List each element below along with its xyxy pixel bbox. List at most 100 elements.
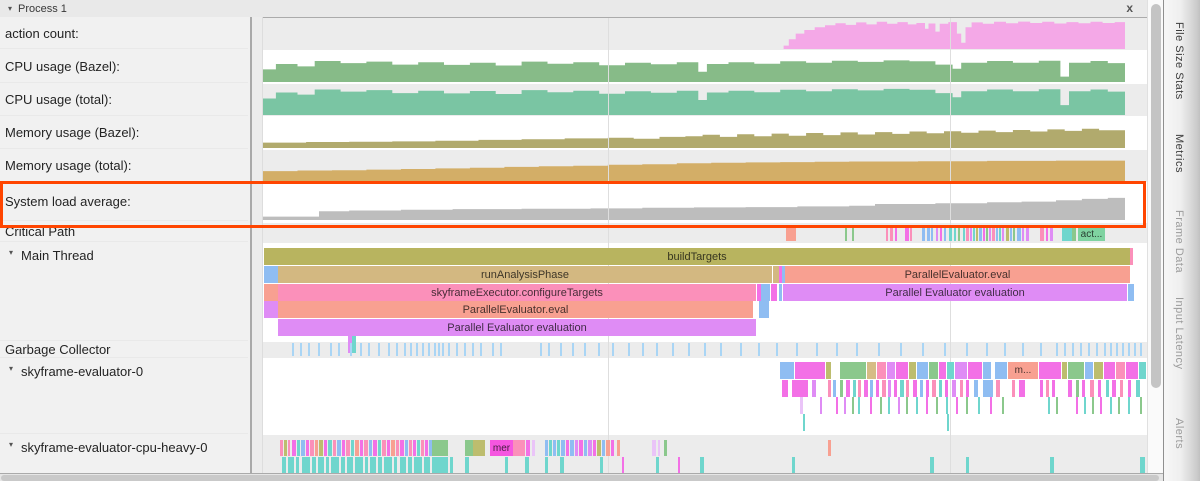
trace-slice[interactable] xyxy=(1076,380,1079,397)
trace-slice[interactable] xyxy=(602,440,605,456)
trace-slice[interactable] xyxy=(966,457,969,473)
trace-slice[interactable] xyxy=(888,397,890,414)
gc-tick[interactable] xyxy=(598,343,600,356)
gc-tick[interactable] xyxy=(1122,343,1124,356)
trace-slice[interactable] xyxy=(1022,227,1024,241)
gc-tick[interactable] xyxy=(548,343,550,356)
trace-slice[interactable] xyxy=(966,227,969,241)
trace-slice[interactable] xyxy=(896,362,908,379)
trace-slice[interactable] xyxy=(652,440,656,456)
skyframe-evaluator-0-slices[interactable]: m... xyxy=(262,359,1147,434)
trace-slice[interactable] xyxy=(1118,397,1120,414)
gc-tick[interactable] xyxy=(1072,343,1074,356)
gc-tick[interactable] xyxy=(740,343,742,356)
trace-slice[interactable] xyxy=(408,457,412,473)
gc-tick[interactable] xyxy=(464,343,466,356)
trace-slice[interactable] xyxy=(1052,380,1055,397)
trace-slice[interactable] xyxy=(845,227,847,241)
trace-slice[interactable] xyxy=(315,440,318,456)
gc-tick[interactable] xyxy=(672,343,674,356)
trace-slice[interactable] xyxy=(1050,227,1053,241)
trace-slice[interactable] xyxy=(282,457,286,473)
gc-tick[interactable] xyxy=(500,343,502,356)
trace-slice[interactable] xyxy=(986,227,988,241)
trace-slice[interactable] xyxy=(264,284,278,301)
gc-tick[interactable] xyxy=(1088,343,1090,356)
trace-slice[interactable] xyxy=(280,440,283,456)
gc-tick[interactable] xyxy=(572,343,574,356)
trace-slice[interactable] xyxy=(292,440,296,456)
trace-slice[interactable] xyxy=(264,301,278,318)
trace-slice[interactable] xyxy=(803,414,805,431)
gc-tick[interactable] xyxy=(986,343,988,356)
trace-slice[interactable] xyxy=(882,380,886,397)
trace-slice[interactable] xyxy=(828,380,831,397)
critical-path-slices[interactable]: act... xyxy=(262,223,1147,243)
gc-tick[interactable] xyxy=(292,343,294,356)
trace-slice[interactable] xyxy=(906,397,908,414)
trace-slice[interactable] xyxy=(384,457,392,473)
trace-slice[interactable] xyxy=(365,457,368,473)
trace-slice[interactable] xyxy=(880,397,882,414)
horizontal-scrollbar-thumb[interactable] xyxy=(1,475,1159,481)
trace-slice[interactable] xyxy=(370,457,376,473)
gc-tick[interactable] xyxy=(1116,343,1118,356)
trace-slice[interactable] xyxy=(421,440,424,456)
trace-slice[interactable] xyxy=(898,397,900,414)
trace-slice[interactable] xyxy=(966,380,969,397)
vertical-scrollbar-thumb[interactable] xyxy=(1151,4,1161,388)
trace-slice[interactable] xyxy=(887,362,895,379)
trace-slice[interactable] xyxy=(954,227,956,241)
trace-slice[interactable] xyxy=(1068,380,1072,397)
trace-slice[interactable] xyxy=(560,457,564,473)
trace-slice[interactable] xyxy=(995,362,1007,379)
trace-slice[interactable] xyxy=(513,440,525,456)
trace-slice[interactable] xyxy=(328,440,332,456)
gc-tick[interactable] xyxy=(442,343,444,356)
trace-slice[interactable] xyxy=(588,440,592,456)
trace-slice[interactable] xyxy=(658,440,660,456)
trace-slice[interactable] xyxy=(1128,284,1134,301)
gc-tick[interactable] xyxy=(1140,343,1142,356)
trace-slice[interactable] xyxy=(288,440,290,456)
trace-slice[interactable] xyxy=(812,380,816,397)
trace-slice[interactable] xyxy=(990,397,992,414)
gc-tick[interactable] xyxy=(878,343,880,356)
trace-slice[interactable] xyxy=(1140,457,1145,473)
trace-slice[interactable] xyxy=(1026,227,1029,241)
gc-tick[interactable] xyxy=(422,343,424,356)
gc-tick[interactable] xyxy=(1004,343,1006,356)
process-header[interactable]: ▾ Process 1 x xyxy=(0,0,1147,18)
gc-tick[interactable] xyxy=(1096,343,1098,356)
trace-slice[interactable] xyxy=(373,440,377,456)
collapse-process-icon[interactable]: ▾ xyxy=(8,4,12,13)
trace-slice[interactable] xyxy=(387,440,390,456)
trace-slice[interactable] xyxy=(913,380,917,397)
trace-slice[interactable] xyxy=(926,397,928,414)
trace-slice[interactable] xyxy=(931,227,933,241)
trace-slice[interactable] xyxy=(840,380,843,397)
trace-slice[interactable] xyxy=(341,457,345,473)
trace-slice[interactable] xyxy=(870,380,873,397)
trace-slice[interactable] xyxy=(761,284,770,301)
trace-slice[interactable] xyxy=(1039,362,1061,379)
trace-slice[interactable] xyxy=(318,457,324,473)
trace-slice[interactable] xyxy=(414,457,422,473)
trace-slice[interactable] xyxy=(1013,227,1015,241)
trace-slice[interactable] xyxy=(1076,397,1078,414)
trace-slice[interactable] xyxy=(780,362,794,379)
trace-slice[interactable] xyxy=(1010,227,1012,241)
trace-slice[interactable] xyxy=(465,457,469,473)
gc-tick[interactable] xyxy=(720,343,722,356)
trace-slice[interactable] xyxy=(1140,397,1142,414)
trace-slice[interactable] xyxy=(1084,397,1086,414)
trace-slice[interactable] xyxy=(955,362,967,379)
trace-slice[interactable] xyxy=(337,440,341,456)
gc-tick[interactable] xyxy=(816,343,818,356)
trace-slice[interactable] xyxy=(1094,362,1103,379)
trace-slice[interactable] xyxy=(584,440,587,456)
trace-slice[interactable] xyxy=(1136,380,1140,397)
trace-slice[interactable] xyxy=(932,380,936,397)
trace-slice[interactable] xyxy=(432,440,448,456)
trace-slice[interactable] xyxy=(526,440,530,456)
